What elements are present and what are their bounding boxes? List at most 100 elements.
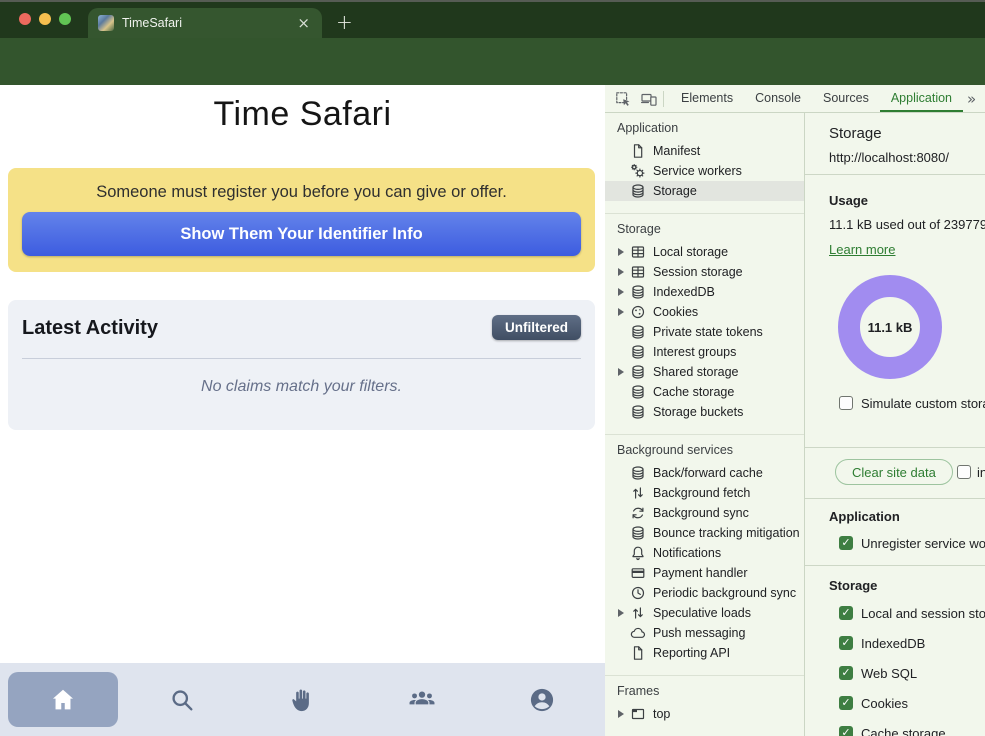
tree-item-back-forward-cache[interactable]: Back/forward cache	[605, 463, 804, 483]
database-icon	[630, 324, 646, 340]
tree-item-top-frame[interactable]: top	[605, 704, 804, 724]
tree-item-label: Background fetch	[653, 486, 750, 500]
tree-item-storage-buckets[interactable]: Storage buckets	[605, 402, 804, 422]
database-icon	[630, 344, 646, 360]
alert-message: Someone must register you before you can…	[8, 183, 595, 202]
bell-icon	[630, 545, 646, 561]
tree-item-payment-handler[interactable]: Payment handler	[605, 563, 804, 583]
tree-item-label: Interest groups	[653, 345, 736, 359]
browser-tab[interactable]: TimeSafari ×	[88, 8, 322, 38]
expand-arrow-icon[interactable]	[618, 368, 630, 376]
unregister-service-workers-checkbox[interactable]: ✓	[839, 536, 853, 550]
table-icon	[630, 244, 646, 260]
tree-item-label: IndexedDB	[653, 285, 715, 299]
storage-detail-pane: Storage http://localhost:8080/ Usage 11.…	[805, 113, 985, 736]
tree-item-label: Cookies	[653, 305, 698, 319]
up-down-arrows-icon	[630, 485, 646, 501]
including-cookies-checkbox[interactable]	[957, 465, 971, 479]
tree-item-reporting-api[interactable]: Reporting API	[605, 643, 804, 663]
tab-application[interactable]: Application	[880, 85, 963, 112]
latest-activity-heading: Latest Activity	[22, 317, 158, 340]
people-icon[interactable]	[408, 686, 436, 714]
hand-icon[interactable]	[288, 686, 316, 714]
unfiltered-badge[interactable]: Unfiltered	[492, 315, 581, 340]
expand-arrow-icon[interactable]	[618, 248, 630, 256]
tree-item-interest-groups[interactable]: Interest groups	[605, 342, 804, 362]
nav-home-button[interactable]	[8, 672, 118, 727]
devtools-panel: Elements Console Sources Application » A…	[605, 85, 985, 736]
tab-console[interactable]: Console	[744, 85, 812, 112]
indexeddb-checkbox[interactable]: ✓	[839, 636, 853, 650]
devtools-toolbar: Elements Console Sources Application »	[605, 85, 985, 113]
web-sql-checkbox[interactable]: ✓	[839, 666, 853, 680]
tree-item-label: Shared storage	[653, 365, 738, 379]
check-icon: ✓	[839, 606, 853, 620]
learn-more-link[interactable]: Learn more	[829, 242, 895, 257]
tab-elements[interactable]: Elements	[670, 85, 744, 112]
tree-item-push-messaging[interactable]: Push messaging	[605, 623, 804, 643]
home-icon	[49, 686, 77, 714]
tree-item-cache-storage[interactable]: Cache storage	[605, 382, 804, 402]
tree-item-bounce-tracking-mitigation[interactable]: Bounce tracking mitigation	[605, 523, 804, 543]
tree-item-local-storage[interactable]: Local storage	[605, 242, 804, 262]
local-session-storage-checkbox[interactable]: ✓	[839, 606, 853, 620]
page-content: Time Safari Someone must register you be…	[0, 85, 605, 736]
person-circle-icon[interactable]	[528, 686, 556, 714]
expand-arrow-icon[interactable]	[618, 710, 630, 718]
tree-item-label: Private state tokens	[653, 325, 763, 339]
maximize-window-button[interactable]	[59, 13, 71, 25]
tree-item-speculative-loads[interactable]: Speculative loads	[605, 603, 804, 623]
tree-item-service-workers[interactable]: Service workers	[605, 161, 804, 181]
tree-item-label: Service workers	[653, 164, 742, 178]
clear-site-data-button[interactable]: Clear site data	[835, 459, 953, 485]
pane-divider	[805, 565, 985, 566]
tree-item-label: top	[653, 707, 670, 721]
application-sidebar: Application Manifest Service workers Sto…	[605, 113, 805, 736]
device-toolbar-icon[interactable]	[641, 91, 657, 107]
cookies-checkbox[interactable]: ✓	[839, 696, 853, 710]
section-header-storage: Storage	[605, 214, 804, 242]
expand-arrow-icon[interactable]	[618, 308, 630, 316]
expand-arrow-icon[interactable]	[618, 268, 630, 276]
clock-icon	[630, 585, 646, 601]
tree-item-manifest[interactable]: Manifest	[605, 141, 804, 161]
expand-arrow-icon[interactable]	[618, 288, 630, 296]
inspect-element-icon[interactable]	[615, 91, 631, 107]
tree-item-session-storage[interactable]: Session storage	[605, 262, 804, 282]
show-identifier-info-button[interactable]: Show Them Your Identifier Info	[22, 212, 581, 256]
tree-item-indexeddb[interactable]: IndexedDB	[605, 282, 804, 302]
minimize-window-button[interactable]	[39, 13, 51, 25]
usage-donut-chart: 11.1 kB	[838, 275, 942, 379]
tree-item-background-fetch[interactable]: Background fetch	[605, 483, 804, 503]
close-tab-icon[interactable]: ×	[295, 16, 312, 31]
tree-item-label: Push messaging	[653, 626, 745, 640]
search-icon[interactable]	[168, 686, 196, 714]
browser-toolbar: ← → ↻ ⓘ localhost:8080	[0, 38, 985, 85]
database-icon	[630, 404, 646, 420]
unregister-service-workers-label: Unregister service workers	[861, 536, 985, 551]
registration-alert: Someone must register you before you can…	[8, 168, 595, 272]
tree-item-shared-storage[interactable]: Shared storage	[605, 362, 804, 382]
toolbar-separator	[663, 91, 664, 107]
simulate-quota-checkbox[interactable]	[839, 396, 853, 410]
new-tab-button[interactable]: +	[336, 10, 353, 34]
tree-item-storage[interactable]: Storage	[605, 181, 804, 201]
tree-item-background-sync[interactable]: Background sync	[605, 503, 804, 523]
tree-item-label: Speculative loads	[653, 606, 751, 620]
close-window-button[interactable]	[19, 13, 31, 25]
bottom-nav	[0, 663, 605, 736]
service-workers-icon	[630, 163, 646, 179]
tree-item-periodic-background-sync[interactable]: Periodic background sync	[605, 583, 804, 603]
more-tabs-icon[interactable]: »	[967, 90, 976, 108]
tab-sources[interactable]: Sources	[812, 85, 880, 112]
expand-arrow-icon[interactable]	[618, 609, 630, 617]
file-icon	[630, 645, 646, 661]
tree-item-label: Cache storage	[653, 385, 734, 399]
tree-item-notifications[interactable]: Notifications	[605, 543, 804, 563]
tree-item-label: Local storage	[653, 245, 728, 259]
tree-item-cookies[interactable]: Cookies	[605, 302, 804, 322]
tree-item-label: Bounce tracking mitigation	[653, 526, 800, 540]
database-icon	[630, 465, 646, 481]
tree-item-private-state-tokens[interactable]: Private state tokens	[605, 322, 804, 342]
cache-storage-checkbox[interactable]: ✓	[839, 726, 853, 736]
